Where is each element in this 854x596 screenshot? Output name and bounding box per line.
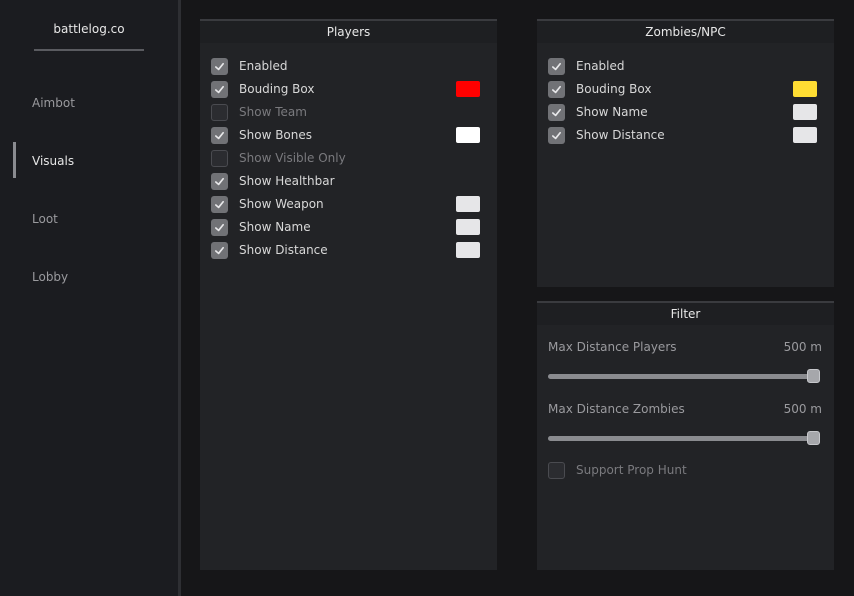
checkmark-icon [214,199,225,210]
zombies-option-show-name: Show Name [548,103,648,121]
active-nav-indicator [13,142,16,178]
zombies-show-distance-checkbox[interactable] [548,126,565,144]
max-distance-players-value: 500 m [783,340,822,354]
max-distance-zombies-slider-fill [548,436,820,441]
players-option-show-healthbar: Show Healthbar [211,172,335,190]
zombies-show-distance-label: Show Distance [576,128,665,142]
zombies-show-name-checkbox[interactable] [548,103,565,121]
nav-item-aimbot[interactable]: Aimbot [32,96,75,110]
zombies-panel: Zombies/NPC Enabled Bouding Box Show Name S… [537,19,834,287]
players-bouding-box-color-swatch[interactable] [456,81,480,97]
checkmark-icon [214,245,225,256]
zombies-bouding-box-checkbox[interactable] [548,80,565,98]
max-distance-players-slider-fill [548,374,820,379]
checkmark-icon [214,61,225,72]
players-option-bouding-box: Bouding Box [211,80,314,98]
zombies-bouding-box-label: Bouding Box [576,82,652,96]
players-option-show-distance: Show Distance [211,241,328,259]
max-distance-players-slider-thumb[interactable] [807,369,820,383]
nav-item-lobby[interactable]: Lobby [32,270,68,284]
players-option-enabled: Enabled [211,57,288,75]
nav-item-loot[interactable]: Loot [32,212,58,226]
checkmark-icon [214,84,225,95]
checkmark-icon [551,61,562,72]
max-distance-players-slider[interactable] [548,369,820,383]
checkmark-icon [551,84,562,95]
players-show-team-label: Show Team [239,105,307,119]
players-show-weapon-color-swatch[interactable] [456,196,480,212]
players-option-show-visible-only: Show Visible Only [211,149,346,167]
checkmark-icon [214,222,225,233]
zombies-option-show-distance: Show Distance [548,126,665,144]
players-show-bones-label: Show Bones [239,128,313,142]
checkmark-icon [214,130,225,141]
players-show-team-checkbox[interactable] [211,103,228,121]
players-show-bones-checkbox[interactable] [211,126,228,144]
zombies-panel-title: Zombies/NPC [537,21,834,43]
support-prop-hunt-label: Support Prop Hunt [576,463,687,477]
zombies-show-distance-color-swatch[interactable] [793,127,817,143]
players-option-show-name: Show Name [211,218,311,236]
players-show-healthbar-label: Show Healthbar [239,174,335,188]
players-panel: Players Enabled Bouding Box Show Team Show … [200,19,497,570]
max-distance-zombies-slider[interactable] [548,431,820,445]
support-prop-hunt-checkbox[interactable] [548,461,565,479]
players-enabled-checkbox[interactable] [211,57,228,75]
zombies-enabled-label: Enabled [576,59,625,73]
players-bouding-box-label: Bouding Box [239,82,315,96]
max-distance-zombies-slider-thumb[interactable] [807,431,820,445]
players-show-healthbar-checkbox[interactable] [211,172,228,190]
players-show-distance-color-swatch[interactable] [456,242,480,258]
players-option-show-team: Show Team [211,103,307,121]
players-show-weapon-label: Show Weapon [239,197,324,211]
players-enabled-label: Enabled [239,59,288,73]
sidebar-divider [178,0,181,596]
players-show-visible-only-label: Show Visible Only [239,151,346,165]
support-prop-hunt-row: Support Prop Hunt [548,461,687,479]
players-show-name-label: Show Name [239,220,311,234]
zombies-show-name-label: Show Name [576,105,648,119]
max-distance-zombies-value: 500 m [783,402,822,416]
checkmark-icon [214,176,225,187]
players-show-distance-checkbox[interactable] [211,241,228,259]
players-show-name-checkbox[interactable] [211,218,228,236]
sidebar: battlelog.co Aimbot Visuals Loot Lobby [0,0,178,596]
checkmark-icon [551,107,562,118]
players-show-bones-color-swatch[interactable] [456,127,480,143]
players-show-weapon-checkbox[interactable] [211,195,228,213]
nav-item-visuals[interactable]: Visuals [32,154,74,168]
filter-panel: Filter Max Distance Players 500 m Max Di… [537,301,834,570]
zombies-bouding-box-color-swatch[interactable] [793,81,817,97]
players-show-visible-only-checkbox[interactable] [211,149,228,167]
zombies-option-bouding-box: Bouding Box [548,80,651,98]
brand-title: battlelog.co [34,22,144,51]
zombies-option-enabled: Enabled [548,57,625,75]
filter-panel-title: Filter [537,303,834,325]
players-bouding-box-checkbox[interactable] [211,80,228,98]
players-show-name-color-swatch[interactable] [456,219,480,235]
players-show-distance-label: Show Distance [239,243,328,257]
zombies-enabled-checkbox[interactable] [548,57,565,75]
players-option-show-bones: Show Bones [211,126,312,144]
checkmark-icon [551,130,562,141]
players-option-show-weapon: Show Weapon [211,195,324,213]
max-distance-players-label: Max Distance Players [548,340,677,354]
zombies-show-name-color-swatch[interactable] [793,104,817,120]
players-panel-title: Players [200,21,497,43]
max-distance-zombies-label: Max Distance Zombies [548,402,685,416]
